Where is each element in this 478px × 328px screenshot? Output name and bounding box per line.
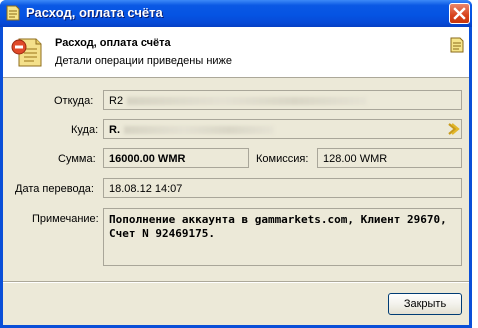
- from-label: Откуда:: [54, 95, 94, 107]
- invoice-icon: [6, 5, 20, 21]
- amount-field: 16000.00 WMR: [103, 148, 249, 168]
- footer-divider: [3, 281, 469, 283]
- window-title: Расход, оплата счёта: [26, 5, 163, 20]
- amount-value: 16000.00 WMR: [109, 153, 186, 165]
- commission-label: Комиссия:: [256, 153, 309, 165]
- from-value: R2: [109, 95, 124, 107]
- commission-field: 128.00 WMR: [317, 148, 462, 168]
- to-label: Куда:: [71, 124, 99, 136]
- title-bar[interactable]: Расход, оплата счёта: [0, 0, 472, 27]
- close-dialog-button[interactable]: Закрыть: [388, 293, 462, 315]
- note-value: Пополнение аккаунта в gammarkets.com, Кл…: [109, 213, 447, 240]
- window-frame-left: [0, 27, 3, 328]
- redacted-mask: [124, 126, 274, 135]
- close-icon: [453, 7, 466, 20]
- date-label: Дата перевода:: [15, 183, 94, 195]
- header-subtitle: Детали операции приведены ниже: [55, 55, 233, 67]
- to-value: R.: [109, 124, 120, 136]
- invoice-outgoing-icon: [10, 35, 44, 69]
- note-label: Примечание:: [32, 213, 99, 225]
- commission-value: 128.00 WMR: [323, 153, 388, 165]
- dialog-header: Расход, оплата счёта Детали операции при…: [3, 27, 469, 78]
- window-frame-right: [469, 27, 472, 328]
- date-value: 18.08.12 14:07: [109, 183, 183, 195]
- note-field: Пополнение аккаунта в gammarkets.com, Кл…: [103, 208, 462, 266]
- invoice-small-icon: [449, 36, 465, 54]
- to-field: R.: [103, 119, 462, 139]
- close-button[interactable]: [449, 3, 470, 24]
- date-field: 18.08.12 14:07: [103, 178, 462, 198]
- header-title: Расход, оплата счёта: [55, 37, 171, 49]
- amount-label: Сумма:: [58, 153, 96, 165]
- chevron-right-icon[interactable]: [446, 122, 460, 136]
- redacted-mask: [127, 97, 368, 106]
- from-field: R2: [103, 90, 462, 110]
- dialog-body: Расход, оплата счёта Детали операции при…: [3, 27, 469, 325]
